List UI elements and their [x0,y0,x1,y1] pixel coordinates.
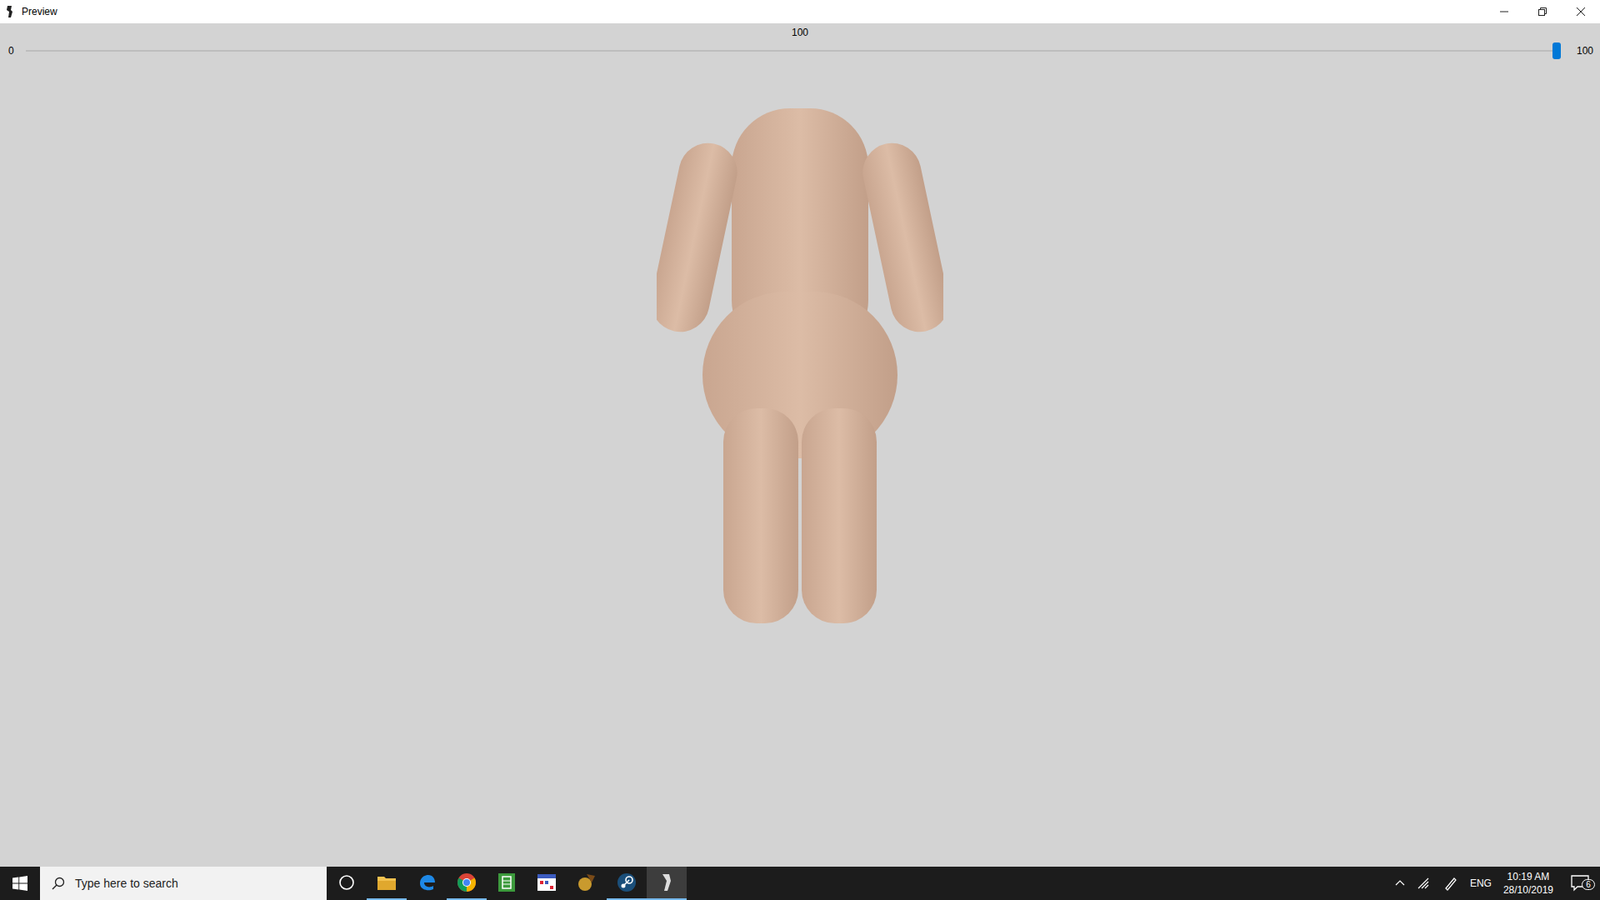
system-tray: ENG 10:19 AM28/10/2019 6 [1395,866,1600,900]
search-box[interactable]: Type here to search [40,866,327,900]
taskbar-app[interactable] [646,866,687,900]
slider-area: 100 0 100 [0,23,1600,60]
screen: Preview 100 0 100 Type here to search ENG 10:1… [0,0,1600,900]
slider-thumb[interactable] [1552,42,1561,60]
model-render[interactable] [656,108,944,625]
chevron-up-icon[interactable] [1395,878,1405,889]
taskbar-app[interactable] [566,866,607,900]
task-view-icon [337,873,356,892]
taskbar-app[interactable] [326,866,367,900]
search-placeholder: Type here to search [75,876,179,890]
taskbar-app[interactable] [446,866,487,900]
windows-logo-icon [12,875,28,891]
steam-icon [616,872,637,893]
search-icon [51,876,65,890]
clock[interactable]: 10:19 AM28/10/2019 [1503,870,1554,897]
bodyslide-icon [5,5,15,19]
taskbar-app[interactable] [486,866,527,900]
window-title: Preview [21,5,58,18]
preview-app-icon [659,872,675,893]
preview-viewport[interactable] [0,60,1600,867]
minimize-button[interactable] [1485,0,1524,24]
restore-button[interactable] [1523,0,1562,24]
clock-time: 10:19 AM [1507,870,1550,884]
close-button[interactable] [1561,0,1600,24]
clock-date: 28/10/2019 [1503,883,1554,897]
chrome-icon [456,872,477,893]
slider-min: 0 [8,45,15,57]
slider-value: 100 [791,26,809,39]
slider-track[interactable] [25,50,1557,52]
language-indicator[interactable]: ENG [1470,877,1492,890]
taskbar: Type here to search ENG 10:19 AM28/10/2019… [0,866,1600,900]
spreadsheet-icon [497,872,516,893]
folder-icon [376,873,397,892]
edge-icon [417,873,436,892]
tool-app-icon [576,872,597,893]
taskbar-app[interactable] [606,866,647,900]
title-bar: Preview [0,0,1600,24]
notification-count: 6 [1581,879,1595,890]
calendar-icon [536,872,557,893]
network-icon[interactable] [1416,876,1432,890]
taskbar-app[interactable] [366,866,407,900]
notifications-button[interactable]: 6 [1565,875,1595,892]
taskbar-app[interactable] [406,866,447,900]
minimize-icon [1499,6,1510,17]
restore-icon [1537,6,1548,17]
pen-icon[interactable] [1443,875,1459,891]
close-icon [1575,6,1586,17]
slider-max: 100 [1576,45,1594,57]
taskbar-app[interactable] [526,866,567,900]
start-button[interactable] [0,866,40,900]
